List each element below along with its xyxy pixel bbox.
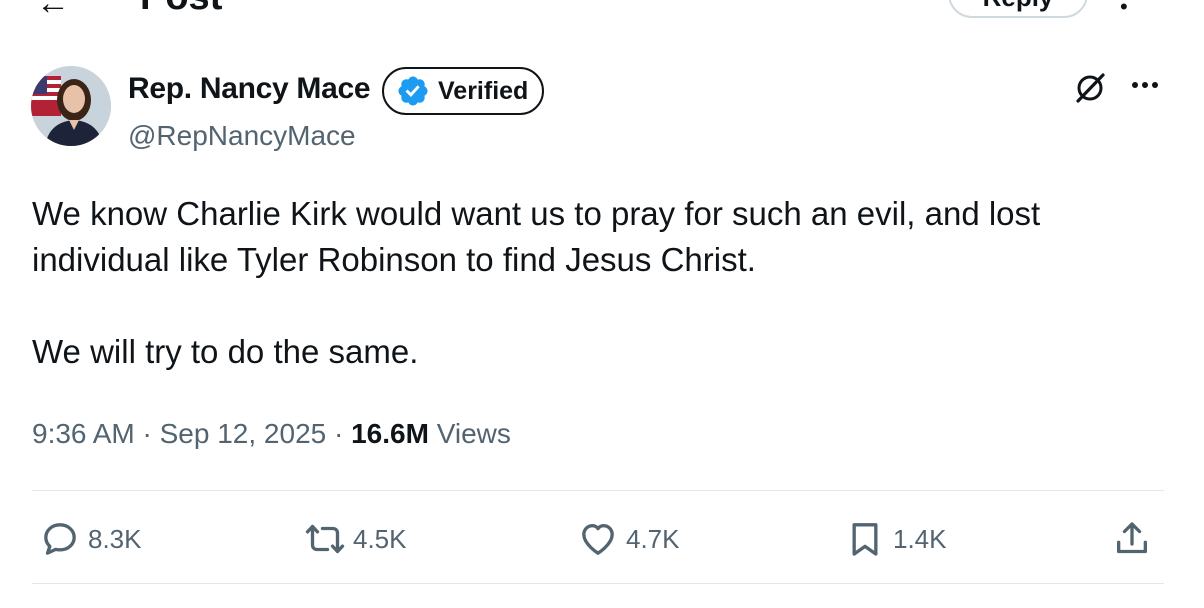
reply-action[interactable]: 8.3K [40,517,142,561]
tweet-meta: 9:36 AM · Sep 12, 2025 · 16.6M Views [32,418,511,450]
tweet-text: We know Charlie Kirk would want us to pr… [32,191,1162,375]
top-more-icon[interactable]: • [1120,0,1128,20]
author-name[interactable]: Rep. Nancy Mace [128,72,371,106]
bookmark-count: 1.4K [893,523,947,554]
repost-action[interactable]: 4.5K [305,517,407,561]
like-count: 4.7K [626,523,680,554]
share-icon [1117,522,1147,554]
repost-icon [305,524,345,554]
tweet-paragraph: We know Charlie Kirk would want us to pr… [32,195,1041,278]
more-icon[interactable] [1128,70,1162,100]
tweet-time[interactable]: 9:36 AM [32,418,135,449]
reply-count: 8.3K [88,523,142,554]
divider [32,583,1164,584]
page-title: Post [140,0,222,16]
meta-separator: · [142,418,160,449]
views-label: Views [436,418,511,449]
reply-button[interactable]: Reply [948,0,1088,18]
heart-icon [582,524,614,555]
tweet-date[interactable]: Sep 12, 2025 [160,418,327,449]
tweet-paragraph: We will try to do the same. [32,333,419,370]
grok-icon[interactable] [1072,70,1108,106]
views-count[interactable]: 16.6M [351,418,429,449]
top-bar: ← Post Reply • [0,0,1204,22]
divider [32,490,1164,491]
share-action[interactable] [1112,517,1160,561]
verified-label: Verified [438,76,529,105]
reply-icon [44,523,76,555]
back-arrow-icon[interactable]: ← [36,0,70,20]
verified-badge-icon [398,76,428,106]
author-handle[interactable]: @RepNancyMace [128,120,356,152]
bookmark-action[interactable]: 1.4K [845,517,947,561]
avatar-image [31,66,111,146]
avatar[interactable] [31,66,111,146]
repost-count: 4.5K [353,523,407,554]
reply-button-label: Reply [950,0,1086,13]
like-action[interactable]: 4.7K [578,517,680,561]
bookmark-icon [852,523,878,556]
verified-pill[interactable]: Verified [382,67,545,115]
meta-separator: · [334,418,352,449]
